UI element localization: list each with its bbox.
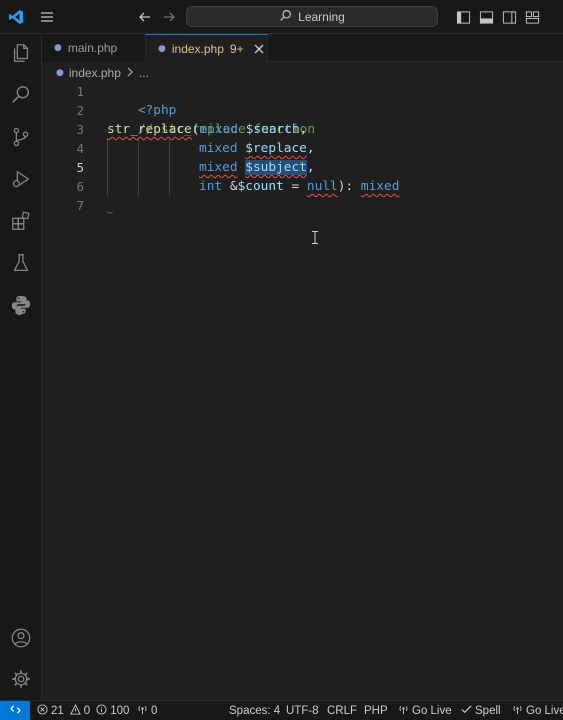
line-number: 4 (76, 141, 84, 156)
line-number: 6 (76, 179, 84, 194)
warning-count: 0 (83, 704, 91, 717)
explorer-icon[interactable] (9, 41, 33, 65)
run-debug-icon[interactable] (9, 167, 33, 191)
selected-variable: $subject (245, 160, 307, 175)
variable: $count (237, 179, 284, 194)
editor-tabs: ● main.php ● index.php 9+ (42, 34, 563, 62)
customize-layout-icon[interactable] (523, 8, 541, 26)
code-comma: , (306, 141, 315, 156)
line-number: 7 (76, 198, 84, 213)
info-count: 100 (110, 704, 130, 717)
code-comma: , (306, 160, 315, 175)
variable: $replace (245, 141, 307, 156)
toggle-primary-sidebar-icon[interactable] (454, 8, 472, 26)
warning-icon (69, 703, 81, 718)
line-number: 3 (76, 122, 84, 137)
code-line-2: // str_replace function (107, 101, 315, 137)
return-type: mixed (360, 179, 400, 194)
text-cursor-icon (312, 231, 318, 244)
type-keyword: mixed (199, 141, 238, 156)
indent-guide (138, 139, 139, 196)
forward-arrow-icon[interactable] (160, 8, 178, 26)
code-close: ): (337, 179, 361, 194)
search-icon[interactable] (9, 83, 33, 107)
line-number: 2 (76, 103, 84, 118)
problems-summary[interactable]: 21 0 100 (37, 701, 129, 720)
ports-indicator[interactable]: 0 (137, 701, 157, 720)
search-icon (279, 9, 292, 25)
code-comma: , (299, 122, 308, 137)
title-bar: Learning (0, 0, 563, 34)
go-live-icon (398, 704, 409, 718)
breadcrumb-more[interactable]: ... (139, 66, 149, 80)
language-mode[interactable]: PHP (364, 701, 388, 720)
encoding-setting[interactable]: UTF-8 (286, 701, 319, 720)
error-icon (37, 703, 48, 718)
function-name: str_replace (107, 122, 192, 137)
line-number: 1 (76, 84, 84, 99)
tab-index-php[interactable]: ● index.php 9+ (146, 34, 268, 62)
type-keyword: int (199, 179, 223, 194)
check-icon (461, 704, 472, 718)
broadcast-icon (137, 704, 148, 718)
indent-guide (169, 139, 170, 196)
info-icon (96, 703, 107, 718)
remote-icon (9, 704, 21, 718)
settings-gear-icon[interactable] (9, 667, 33, 691)
close-icon[interactable] (254, 44, 264, 54)
breadcrumb: ● index.php ... (56, 65, 149, 81)
problems-badge: 9+ (229, 41, 244, 56)
code-ampersand: & (229, 179, 238, 194)
spell-label: Spell (475, 704, 501, 717)
line-number-current: 5 (76, 160, 84, 175)
remote-indicator[interactable] (0, 701, 30, 720)
command-center-search[interactable]: Learning (186, 6, 438, 27)
code-line-6: int &$count = null): mixed (199, 177, 399, 196)
go-live-button-2[interactable]: Go Live (512, 701, 563, 720)
php-file-icon: ● (158, 43, 166, 54)
code-line-5: mixed $subject, (199, 158, 315, 177)
back-arrow-icon[interactable] (136, 8, 154, 26)
status-bar: 21 0 100 0 Spaces: 4 UTF-8 CRLF PHP Go L… (0, 700, 563, 720)
type-keyword: mixed (199, 122, 238, 137)
error-marker: ~ (107, 208, 114, 219)
php-file-icon: ● (54, 43, 62, 53)
code-equals: = (283, 179, 307, 194)
null-keyword: null (306, 179, 338, 194)
accounts-icon[interactable] (9, 626, 33, 650)
command-center-label: Learning (298, 9, 345, 24)
ports-count: 0 (151, 704, 158, 717)
php-file-icon: ● (56, 68, 64, 78)
spell-check[interactable]: Spell (461, 701, 501, 720)
variable: $search (245, 122, 300, 137)
type-keyword: mixed (199, 160, 238, 175)
toggle-panel-icon[interactable] (477, 8, 495, 26)
activity-bar (0, 34, 42, 700)
eol-setting[interactable]: CRLF (327, 701, 357, 720)
python-icon[interactable] (9, 293, 33, 317)
source-control-icon[interactable] (9, 125, 33, 149)
chevron-right-icon (126, 66, 134, 80)
go-live-button[interactable]: Go Live (398, 701, 452, 720)
menu-icon[interactable] (38, 8, 56, 26)
tab-label: index.php (171, 41, 224, 56)
code-line-3: str_replace(mixed $search, (107, 120, 307, 139)
vscode-logo-icon (7, 8, 25, 26)
indentation-setting[interactable]: Spaces: 4 (229, 701, 280, 720)
code-line-4: mixed $replace, (199, 139, 315, 158)
code-editor[interactable]: 1 2 3 4 5 6 7 <?php // str_replace funct… (42, 82, 563, 700)
code-line-1: <?php (107, 82, 177, 118)
go-live-label: Go Live (412, 704, 452, 717)
go-live-icon (512, 704, 523, 718)
tab-main-php[interactable]: ● main.php (42, 34, 146, 62)
go-live-label: Go Live (526, 704, 563, 717)
testing-icon[interactable] (9, 251, 33, 275)
extensions-icon[interactable] (9, 209, 33, 233)
error-count: 21 (51, 704, 64, 717)
breadcrumb-file[interactable]: index.php (69, 66, 121, 80)
toggle-secondary-sidebar-icon[interactable] (500, 8, 518, 26)
tab-label: main.php (67, 41, 118, 55)
